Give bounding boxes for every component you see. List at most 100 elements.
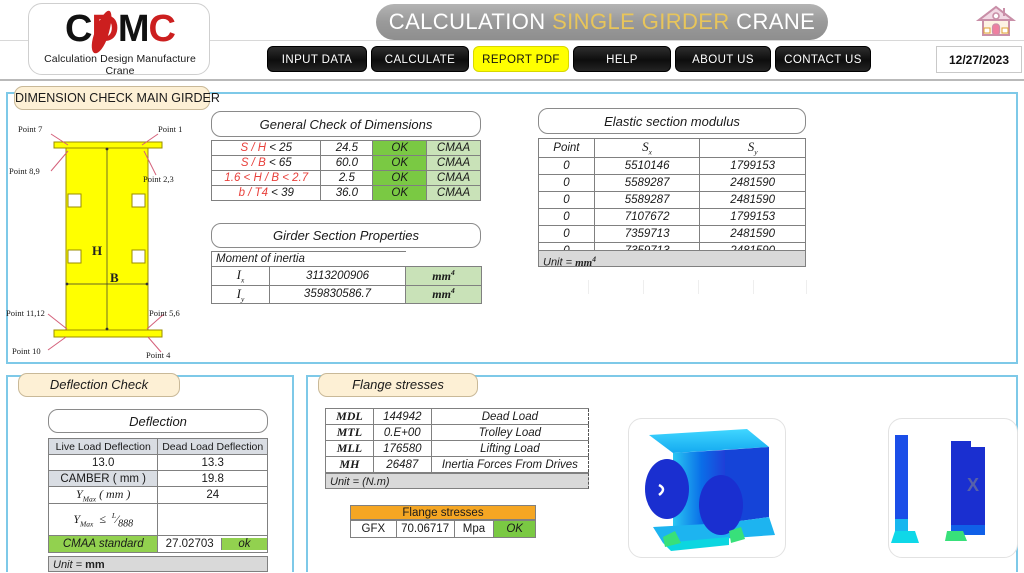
table-row: 0 5589287 2481590 (538, 173, 806, 192)
table-row: CAMBER ( mm ) 19.8 (47, 470, 268, 487)
point-label-7: Point 7 (18, 124, 43, 134)
table-row: YMax ≤ L⁄888 (47, 503, 268, 537)
criterion-value-3: 36.0 (320, 185, 374, 201)
stress-value: 70.06717 (395, 520, 455, 538)
criterion-value-1: 60.0 (320, 155, 374, 171)
modulus-sy-3: 1799153 (699, 207, 806, 226)
moment-symbol-1: MTL (325, 424, 374, 441)
gridline-remnant (698, 280, 699, 294)
table-row: b / T4 < 39 36.0 OK CMAA (210, 185, 481, 201)
ymax-label: YMax ( mm ) (47, 485, 159, 505)
dead-load-value: 13.3 (157, 454, 268, 471)
title-highlight: SINGLE GIRDER (552, 9, 730, 34)
deflection-check-tab: Deflection Check (18, 373, 180, 397)
point-label-5-6: Point 5,6 (149, 308, 180, 318)
modulus-sy-4: 2481590 (699, 224, 806, 243)
flange-stresses-header: Flange stresses (350, 505, 536, 520)
cmaa-standard-value: 27.02703 (165, 538, 214, 551)
modulus-point-0: 0 (538, 156, 595, 175)
nav-contact-us[interactable]: CONTACT US (775, 46, 871, 72)
table-row: Iy 359830586.7 mm4 (211, 284, 482, 305)
live-load-value: 13.0 (47, 454, 159, 471)
gridline-remnant (753, 280, 754, 294)
main-navigation: INPUT DATA CALCULATE REPORT PDF HELP ABO… (0, 46, 1024, 76)
table-row: MDL 144942 Dead Load (325, 408, 590, 425)
svg-text:X: X (967, 475, 979, 495)
table-row: 0 7359713 2481590 (538, 224, 806, 243)
criterion-rest-0: < 25 (266, 142, 292, 154)
modulus-sx-0: 5510146 (593, 156, 701, 175)
general-check-title: General Check of Dimensions (211, 111, 481, 137)
table-row: 0 7107672 1799153 (538, 207, 806, 226)
criterion-red-1: S / B (240, 157, 266, 169)
nav-about-us[interactable]: ABOUT US (675, 46, 771, 72)
col-header-point: Point (538, 138, 595, 158)
moment-symbol-0: MDL (325, 408, 374, 425)
criterion-status-1: OK (372, 155, 428, 171)
deflection-card-title: Deflection (48, 409, 268, 433)
ymax-value: 24 (157, 485, 268, 505)
inertia-value-y: 359830586.7 (269, 284, 406, 305)
modulus-sx-2: 5589287 (593, 190, 701, 209)
table-row: S / B < 65 60.0 OK CMAA (210, 155, 481, 171)
unit-value: mm4 (575, 254, 596, 269)
gridline-remnant (588, 280, 589, 294)
dim-label-b: B (110, 270, 119, 285)
flange-stress-table: GFX 70.06717 Mpa OK (350, 520, 536, 538)
house-icon[interactable] (975, 4, 1017, 38)
nav-help[interactable]: HELP (573, 46, 671, 72)
deflection-unit-value: mm (85, 559, 105, 571)
modulus-sy-0: 1799153 (699, 156, 806, 175)
inertia-unit-y: mm4 (405, 284, 482, 305)
cmaa-standard-status: ok (220, 538, 267, 551)
cmaa-standard-label: CMAA standard (47, 535, 159, 554)
moment-symbol-2: MLL (325, 440, 374, 457)
camber-label: CAMBER ( mm ) (47, 470, 159, 487)
criterion-red-2: 1.6 < H / B < 2.7 (224, 172, 309, 184)
fea-ibeam-stress-view (628, 418, 786, 558)
date-display: 12/27/2023 (936, 46, 1022, 73)
fea-channel-stress-view: X (888, 418, 1018, 558)
table-row: S / H < 25 24.5 OK CMAA (210, 140, 481, 156)
title-part-1: CALCULATION (388, 9, 553, 34)
moment-symbol-3: MH (325, 456, 374, 473)
nav-input-data[interactable]: INPUT DATA (267, 46, 367, 72)
col-header-live-load: Live Load Deflection (47, 438, 159, 455)
elastic-modulus-unit: Unit = mm4 (538, 250, 806, 269)
moments-unit: Unit = (N.m) (325, 473, 589, 489)
table-row: MLL 176580 Lifting Load (325, 440, 590, 457)
deflection-table: Live Load Deflection Dead Load Deflectio… (47, 438, 268, 554)
ymax-formula-empty (157, 503, 268, 537)
table-row: MH 26487 Inertia Forces From Drives (325, 456, 590, 473)
inertia-value-x: 3113200906 (269, 266, 406, 286)
header-divider-bottom (0, 79, 1024, 81)
nav-calculate[interactable]: CALCULATE (371, 46, 469, 72)
dim-label-h: H (92, 243, 103, 258)
criterion-rest-3: < 39 (267, 187, 294, 199)
criterion-red-3: b / T4 (238, 187, 268, 199)
table-row: MTL 0.E+00 Trolley Load (325, 424, 590, 441)
criterion-value-2: 2.5 (320, 170, 374, 186)
point-label-8-9: Point 8,9 (9, 166, 40, 176)
nav-report-pdf[interactable]: REPORT PDF (473, 46, 569, 72)
gridline-remnant (806, 280, 807, 294)
general-check-table: S / H < 25 24.5 OK CMAA S / B < 65 60.0 … (210, 140, 481, 201)
unit-label: Unit = (543, 256, 576, 269)
table-row: 13.0 13.3 (47, 454, 268, 471)
modulus-point-3: 0 (538, 207, 595, 226)
logo-letter-c: C (148, 8, 176, 50)
modulus-sy-1: 2481590 (699, 173, 806, 192)
point-label-10: Point 10 (12, 346, 41, 356)
elastic-modulus-table: Point Sx Sy 0 5510146 1799153 0 5589287 … (538, 138, 806, 260)
moment-desc-1: Trolley Load (430, 424, 590, 441)
criterion-status-2: OK (372, 170, 428, 186)
modulus-point-4: 0 (538, 224, 595, 243)
camber-value: 19.8 (157, 470, 268, 487)
modulus-point-2: 0 (538, 190, 595, 209)
table-row: Moment of inertia (211, 251, 482, 267)
moment-of-inertia-header: Moment of inertia (211, 251, 406, 267)
criterion-standard-3: CMAA (426, 185, 481, 201)
table-row: Ix 3113200906 mm4 (211, 266, 482, 286)
table-row: YMax ( mm ) 24 (47, 485, 268, 505)
table-header-row: Point Sx Sy (538, 138, 806, 158)
